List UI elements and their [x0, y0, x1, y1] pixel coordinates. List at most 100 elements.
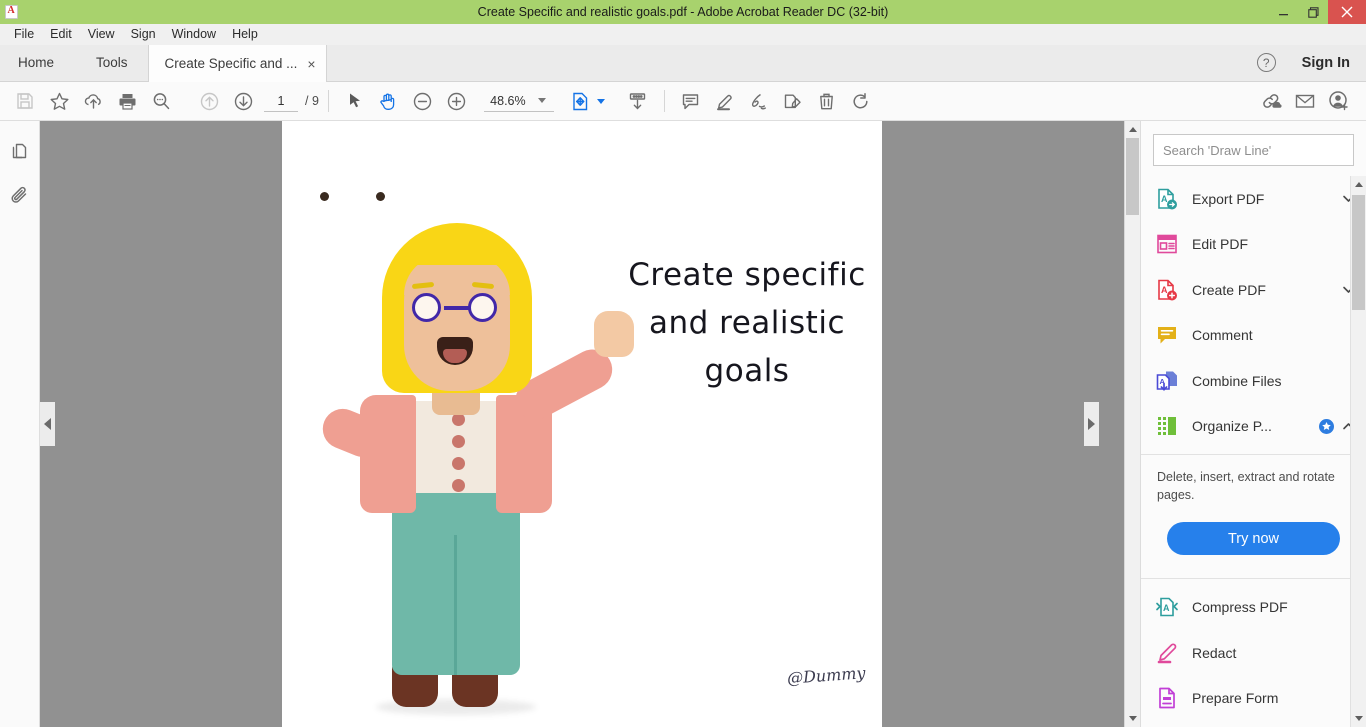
try-now-button[interactable]: Try now [1167, 522, 1340, 556]
svg-text:A: A [1161, 194, 1168, 204]
tool-label: Redact [1192, 644, 1237, 661]
fit-page-chevron-icon[interactable] [596, 98, 605, 104]
menu-sign[interactable]: Sign [123, 25, 164, 44]
tool-label: Organize P... [1192, 418, 1272, 435]
redact-icon [1155, 641, 1179, 665]
fill-sign-icon[interactable] [776, 86, 810, 116]
tool-label: Create PDF [1192, 281, 1266, 298]
page-number-input[interactable] [264, 90, 298, 112]
close-button[interactable] [1328, 0, 1366, 24]
menu-window[interactable]: Window [164, 25, 224, 44]
toolbar-divider-2 [663, 90, 665, 112]
cloud-upload-icon[interactable] [76, 86, 110, 116]
tools-search-wrap [1141, 121, 1366, 176]
help-icon[interactable]: ? [1256, 53, 1276, 72]
menu-file[interactable]: File [6, 25, 42, 44]
document-scrollbar[interactable] [1124, 121, 1140, 727]
tab-tools[interactable]: Tools [76, 44, 148, 81]
close-icon[interactable]: × [307, 57, 315, 71]
tool-item-edit-pdf[interactable]: Edit PDF [1141, 222, 1366, 268]
draw-icon[interactable] [742, 86, 776, 116]
illustration-character [304, 183, 634, 727]
menu-help[interactable]: Help [224, 25, 266, 44]
chevron-down-icon [537, 98, 546, 103]
hand-tool-icon[interactable] [372, 86, 406, 116]
page-total-label: / 9 [305, 94, 319, 108]
tool-item-organize-pages[interactable]: Organize P... [1141, 404, 1366, 450]
tools-list: A Export PDF Edit PDF A Create PDF Comme… [1141, 176, 1366, 727]
print-icon[interactable] [110, 86, 144, 116]
tool-item-prepare-form[interactable]: Prepare Form [1141, 675, 1366, 721]
tab-bar: Home Tools Create Specific and ... × ? S… [0, 45, 1366, 82]
toolbar-right-group [1254, 86, 1366, 116]
page-thumbnails-icon[interactable] [5, 137, 35, 167]
pdf-signature: @Dummy [786, 663, 867, 688]
panel-scroll-up-icon[interactable] [1351, 176, 1366, 193]
menu-bar: File Edit View Sign Window Help [0, 24, 1366, 45]
tool-label: Export PDF [1192, 190, 1265, 207]
organize-pages-icon [1155, 414, 1179, 438]
star-icon[interactable] [42, 86, 76, 116]
tab-home[interactable]: Home [0, 44, 76, 81]
zoom-in-icon[interactable] [440, 86, 474, 116]
email-icon[interactable] [1288, 86, 1322, 116]
panel-scroll-down-icon[interactable] [1351, 710, 1366, 727]
zoom-level-selector[interactable]: 48.6% [483, 91, 554, 112]
scrollbar-track[interactable] [1125, 138, 1140, 710]
tool-label: Edit PDF [1192, 236, 1249, 253]
main-toolbar: / 9 48.6% [0, 82, 1366, 121]
highlight-icon[interactable] [708, 86, 742, 116]
panel-divider-2 [1141, 578, 1366, 580]
minimize-button[interactable] [1268, 0, 1298, 24]
zoom-level-value: 48.6% [490, 93, 526, 108]
attachments-icon[interactable] [5, 181, 35, 211]
previous-page-arrow[interactable] [40, 402, 55, 446]
next-page-arrow[interactable] [1084, 402, 1099, 446]
tool-item-redact[interactable]: Redact [1141, 630, 1366, 676]
previous-page-icon[interactable] [192, 86, 226, 116]
app-body: Create specific and realistic goals @Dum… [0, 121, 1366, 727]
try-now-wrap: Try now [1141, 504, 1366, 573]
panel-divider-1 [1141, 454, 1366, 455]
scroll-mode-icon[interactable] [621, 86, 655, 116]
tab-bar-right: ? Sign In [1256, 44, 1366, 81]
toolbar-divider-1 [327, 90, 329, 112]
window-controls [1268, 0, 1366, 24]
scroll-down-icon[interactable] [1125, 710, 1140, 727]
pdf-headline: Create specific and realistic goals [628, 257, 866, 390]
search-icon[interactable] [144, 86, 178, 116]
menu-view[interactable]: View [80, 25, 123, 44]
pdf-artwork: Create specific and realistic goals @Dum… [282, 121, 882, 727]
pdf-page: Create specific and realistic goals @Dum… [282, 121, 882, 727]
comment-icon [1155, 323, 1179, 347]
tool-item-combine-files[interactable]: A Combine Files [1141, 358, 1366, 404]
tool-item-comment[interactable]: Comment [1141, 313, 1366, 359]
panel-scrollbar-thumb[interactable] [1352, 195, 1365, 310]
sign-in-button[interactable]: Sign In [1302, 55, 1350, 71]
menu-edit[interactable]: Edit [42, 25, 80, 44]
tools-panel-scrollbar[interactable] [1350, 176, 1366, 727]
scrollbar-thumb[interactable] [1126, 138, 1139, 215]
fit-page-icon[interactable] [568, 86, 594, 116]
scroll-up-icon[interactable] [1125, 121, 1140, 138]
zoom-out-icon[interactable] [406, 86, 440, 116]
add-person-icon[interactable] [1322, 86, 1356, 116]
next-page-icon[interactable] [226, 86, 260, 116]
tab-document[interactable]: Create Specific and ... × [147, 45, 327, 82]
document-viewport[interactable]: Create specific and realistic goals @Dum… [40, 121, 1124, 727]
comment-icon[interactable] [674, 86, 708, 116]
search-input[interactable] [1153, 134, 1354, 166]
tool-item-export-pdf[interactable]: A Export PDF [1141, 176, 1366, 222]
share-link-icon[interactable] [1254, 86, 1288, 116]
delete-icon[interactable] [810, 86, 844, 116]
tool-item-compress-pdf[interactable]: A Compress PDF [1141, 584, 1366, 630]
tool-item-create-pdf[interactable]: A Create PDF [1141, 267, 1366, 313]
select-tool-icon[interactable] [338, 86, 372, 116]
restore-button[interactable] [1298, 0, 1328, 24]
save-icon[interactable] [8, 86, 42, 116]
tool-label: Comment [1192, 327, 1253, 344]
tab-document-label: Create Specific and ... [164, 56, 298, 71]
create-pdf-icon: A [1155, 278, 1179, 302]
rotate-icon[interactable] [844, 86, 878, 116]
panel-scrollbar-track[interactable] [1351, 193, 1366, 710]
